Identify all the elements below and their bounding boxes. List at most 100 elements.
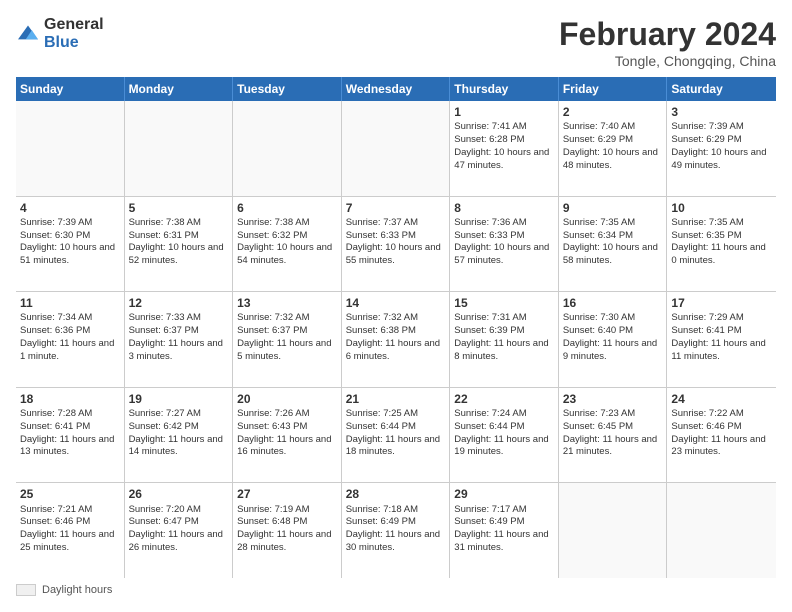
day-number: 11: [20, 295, 120, 311]
calendar-header-cell: Friday: [559, 77, 668, 101]
calendar-cell: 7Sunrise: 7:37 AM Sunset: 6:33 PM Daylig…: [342, 197, 451, 292]
calendar-cell: 2Sunrise: 7:40 AM Sunset: 6:29 PM Daylig…: [559, 101, 668, 196]
day-number: 3: [671, 104, 772, 120]
calendar-cell: [559, 483, 668, 578]
calendar-header: SundayMondayTuesdayWednesdayThursdayFrid…: [16, 77, 776, 101]
daylight-swatch: [16, 584, 36, 596]
day-number: 10: [671, 200, 772, 216]
day-info: Sunrise: 7:17 AM Sunset: 6:49 PM Dayligh…: [454, 504, 548, 553]
day-info: Sunrise: 7:31 AM Sunset: 6:39 PM Dayligh…: [454, 312, 548, 361]
calendar-cell: 24Sunrise: 7:22 AM Sunset: 6:46 PM Dayli…: [667, 388, 776, 483]
calendar-cell: [16, 101, 125, 196]
calendar-cell: 19Sunrise: 7:27 AM Sunset: 6:42 PM Dayli…: [125, 388, 234, 483]
day-info: Sunrise: 7:39 AM Sunset: 6:30 PM Dayligh…: [20, 217, 115, 266]
day-info: Sunrise: 7:27 AM Sunset: 6:42 PM Dayligh…: [129, 408, 223, 457]
day-number: 22: [454, 391, 554, 407]
day-number: 19: [129, 391, 229, 407]
day-info: Sunrise: 7:32 AM Sunset: 6:38 PM Dayligh…: [346, 312, 440, 361]
calendar-cell: 12Sunrise: 7:33 AM Sunset: 6:37 PM Dayli…: [125, 292, 234, 387]
calendar-cell: 23Sunrise: 7:23 AM Sunset: 6:45 PM Dayli…: [559, 388, 668, 483]
logo-line2: Blue: [44, 34, 104, 52]
day-number: 2: [563, 104, 663, 120]
month-title: February 2024: [559, 16, 776, 53]
day-number: 23: [563, 391, 663, 407]
day-info: Sunrise: 7:26 AM Sunset: 6:43 PM Dayligh…: [237, 408, 331, 457]
day-info: Sunrise: 7:30 AM Sunset: 6:40 PM Dayligh…: [563, 312, 657, 361]
day-number: 12: [129, 295, 229, 311]
calendar-cell: 22Sunrise: 7:24 AM Sunset: 6:44 PM Dayli…: [450, 388, 559, 483]
day-info: Sunrise: 7:34 AM Sunset: 6:36 PM Dayligh…: [20, 312, 114, 361]
day-number: 24: [671, 391, 772, 407]
calendar-row: 1Sunrise: 7:41 AM Sunset: 6:28 PM Daylig…: [16, 101, 776, 197]
calendar-cell: 6Sunrise: 7:38 AM Sunset: 6:32 PM Daylig…: [233, 197, 342, 292]
logo-line1: General: [44, 16, 104, 34]
day-info: Sunrise: 7:38 AM Sunset: 6:31 PM Dayligh…: [129, 217, 224, 266]
footer: Daylight hours: [16, 584, 776, 596]
page: General Blue February 2024 Tongle, Chong…: [0, 0, 792, 612]
day-info: Sunrise: 7:39 AM Sunset: 6:29 PM Dayligh…: [671, 121, 766, 170]
calendar-cell: 14Sunrise: 7:32 AM Sunset: 6:38 PM Dayli…: [342, 292, 451, 387]
calendar-row: 11Sunrise: 7:34 AM Sunset: 6:36 PM Dayli…: [16, 292, 776, 388]
day-number: 29: [454, 486, 554, 502]
day-info: Sunrise: 7:35 AM Sunset: 6:34 PM Dayligh…: [563, 217, 658, 266]
day-info: Sunrise: 7:29 AM Sunset: 6:41 PM Dayligh…: [671, 312, 765, 361]
day-number: 6: [237, 200, 337, 216]
calendar-cell: 3Sunrise: 7:39 AM Sunset: 6:29 PM Daylig…: [667, 101, 776, 196]
day-info: Sunrise: 7:37 AM Sunset: 6:33 PM Dayligh…: [346, 217, 441, 266]
calendar-header-cell: Monday: [125, 77, 234, 101]
calendar-header-cell: Thursday: [450, 77, 559, 101]
day-number: 17: [671, 295, 772, 311]
calendar-cell: 27 Sunrise: 7:19 AM Sunset: 6:48 PM Dayli…: [233, 483, 342, 578]
day-number: 13: [237, 295, 337, 311]
calendar-cell: 1Sunrise: 7:41 AM Sunset: 6:28 PM Daylig…: [450, 101, 559, 196]
day-info: Sunrise: 7:20 AM Sunset: 6:47 PM Dayligh…: [129, 504, 223, 553]
calendar-cell: 15Sunrise: 7:31 AM Sunset: 6:39 PM Dayli…: [450, 292, 559, 387]
calendar-cell: 18Sunrise: 7:28 AM Sunset: 6:41 PM Dayli…: [16, 388, 125, 483]
calendar-cell: [342, 101, 451, 196]
day-number: 21: [346, 391, 446, 407]
calendar-cell: 16Sunrise: 7:30 AM Sunset: 6:40 PM Dayli…: [559, 292, 668, 387]
calendar-header-cell: Sunday: [16, 77, 125, 101]
day-info: Sunrise: 7:41 AM Sunset: 6:28 PM Dayligh…: [454, 121, 549, 170]
calendar-cell: [667, 483, 776, 578]
calendar-header-cell: Wednesday: [342, 77, 451, 101]
day-info: Sunrise: 7:36 AM Sunset: 6:33 PM Dayligh…: [454, 217, 549, 266]
day-number: 27: [237, 486, 337, 502]
logo: General Blue: [16, 16, 104, 51]
day-info: Sunrise: 7:40 AM Sunset: 6:29 PM Dayligh…: [563, 121, 658, 170]
calendar-cell: 29 Sunrise: 7:17 AM Sunset: 6:49 PM Dayli…: [450, 483, 559, 578]
day-number: 5: [129, 200, 229, 216]
day-number: 1: [454, 104, 554, 120]
calendar-cell: 26 Sunrise: 7:20 AM Sunset: 6:47 PM Dayli…: [125, 483, 234, 578]
day-number: 26: [129, 486, 229, 502]
calendar-cell: 10Sunrise: 7:35 AM Sunset: 6:35 PM Dayli…: [667, 197, 776, 292]
calendar-cell: 28Sunrise: 7:18 AM Sunset: 6:49 PM Dayli…: [342, 483, 451, 578]
calendar-row: 25Sunrise: 7:21 AM Sunset: 6:46 PM Dayli…: [16, 483, 776, 578]
day-info: Sunrise: 7:28 AM Sunset: 6:41 PM Dayligh…: [20, 408, 114, 457]
calendar-cell: 9Sunrise: 7:35 AM Sunset: 6:34 PM Daylig…: [559, 197, 668, 292]
logo-icon: [16, 24, 40, 44]
day-info: Sunrise: 7:21 AM Sunset: 6:46 PM Dayligh…: [20, 504, 114, 553]
day-number: 4: [20, 200, 120, 216]
day-number: 28: [346, 486, 446, 502]
day-number: 20: [237, 391, 337, 407]
calendar-cell: [233, 101, 342, 196]
day-number: 16: [563, 295, 663, 311]
calendar-cell: [125, 101, 234, 196]
day-info: Sunrise: 7:38 AM Sunset: 6:32 PM Dayligh…: [237, 217, 332, 266]
calendar-cell: 4Sunrise: 7:39 AM Sunset: 6:30 PM Daylig…: [16, 197, 125, 292]
daylight-label: Daylight hours: [42, 584, 112, 596]
day-info: Sunrise: 7:23 AM Sunset: 6:45 PM Dayligh…: [563, 408, 657, 457]
calendar-cell: 11Sunrise: 7:34 AM Sunset: 6:36 PM Dayli…: [16, 292, 125, 387]
day-number: 15: [454, 295, 554, 311]
day-info: Sunrise: 7:24 AM Sunset: 6:44 PM Dayligh…: [454, 408, 548, 457]
calendar-cell: 25Sunrise: 7:21 AM Sunset: 6:46 PM Dayli…: [16, 483, 125, 578]
calendar-cell: 8Sunrise: 7:36 AM Sunset: 6:33 PM Daylig…: [450, 197, 559, 292]
day-info: Sunrise: 7:32 AM Sunset: 6:37 PM Dayligh…: [237, 312, 331, 361]
day-info: Sunrise: 7:25 AM Sunset: 6:44 PM Dayligh…: [346, 408, 440, 457]
day-number: 7: [346, 200, 446, 216]
day-info: Sunrise: 7:19 AM Sunset: 6:48 PM Dayligh…: [237, 504, 331, 553]
calendar-row: 4Sunrise: 7:39 AM Sunset: 6:30 PM Daylig…: [16, 197, 776, 293]
day-number: 9: [563, 200, 663, 216]
calendar-cell: 21Sunrise: 7:25 AM Sunset: 6:44 PM Dayli…: [342, 388, 451, 483]
